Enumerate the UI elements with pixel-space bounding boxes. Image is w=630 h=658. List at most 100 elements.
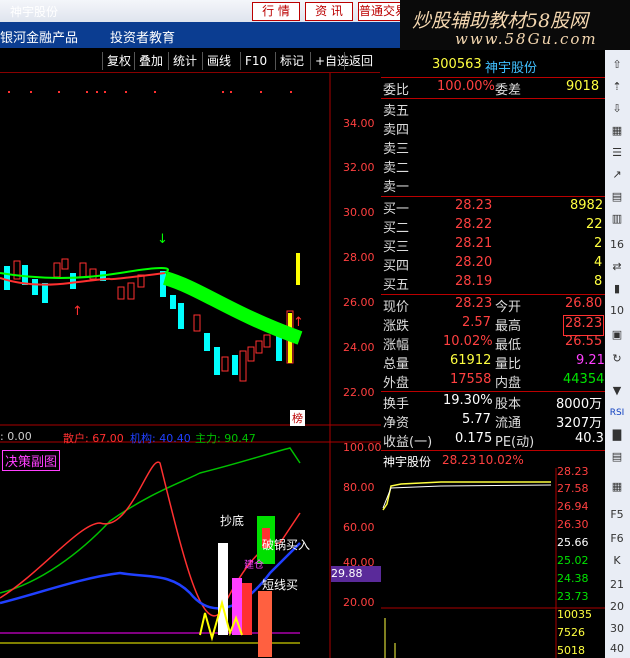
indicator-institution: 机构: 40.40 [130,432,191,445]
buy-4-volume: 4 [594,255,603,270]
market-button[interactable]: 行 情 [252,2,300,21]
mini-price-tick: 27.58 [557,482,589,495]
buy-2-price: 28.22 [455,217,493,232]
banner-url: www.58Gu.com [455,30,598,48]
divider [381,450,605,451]
sell-3-label: 卖三 [383,142,410,157]
buy-4-label: 买四 [383,259,410,274]
indicator-tick: 100.00 [343,441,382,454]
arrow-down-icon[interactable]: ⇩ [608,100,626,118]
f6-icon[interactable]: 16 [608,236,626,254]
stat-capital-label: 股本 [495,397,522,412]
stat-price-label: 现价 [383,300,410,315]
chart-icon[interactable]: ▣ [608,326,626,344]
bars-icon[interactable]: ▮ [608,280,626,298]
mini-volume-tick: 10035 [557,608,592,621]
stack-icon[interactable]: ▤ [608,448,626,466]
stat-volume-value: 61912 [450,353,492,368]
tool-mark[interactable]: 标记 [275,52,308,70]
stat-high-value: 28.23 [563,315,605,336]
calendar-icon[interactable]: ▦ [608,478,626,496]
chart-tag: 榜 [290,410,305,426]
divider [381,294,605,295]
num-21-icon[interactable]: 21 [608,576,626,594]
stat-price-value: 28.23 [455,296,493,311]
label-bottom-fish: 抄底 [220,514,245,528]
num-20-icon[interactable]: 20 [608,598,626,616]
f6-key-icon[interactable]: F6 [608,530,626,548]
rsi-icon[interactable]: RSI [608,404,626,422]
refresh-icon[interactable]: ↻ [608,350,626,368]
tool-overlay[interactable]: 叠加 [134,52,167,70]
stat-inner-label: 内盘 [495,376,522,391]
stat-open-label: 今开 [495,300,522,315]
buy-1-label: 买一 [383,202,410,217]
buy-5-label: 买五 [383,278,410,293]
table-icon[interactable]: ▤ [608,188,626,206]
f5-icon[interactable]: F5 [608,506,626,524]
stat-netasset-label: 净资 [383,416,410,431]
stat-pe-value: 40.3 [575,431,604,446]
kline-chart[interactable]: ↓ ↑ ↑ [0,73,381,658]
buy-3-volume: 2 [594,236,603,251]
tool-draw[interactable]: 画线 [202,52,235,70]
arrow-up-small-icon[interactable]: ⇡ [608,78,626,96]
indicator-current-marker: 29.88 [331,566,381,582]
buy-2-volume: 22 [586,217,603,232]
stat-pct-value: 10.02% [443,334,493,349]
histogram-icon[interactable]: ▇ [608,426,626,444]
stat-low-value: 26.55 [565,334,603,349]
price-tick: 34.00 [343,117,375,130]
stat-turnover-label: 换手 [383,397,410,412]
swap-icon[interactable]: ⇄ [608,258,626,276]
stat-volume-label: 总量 [383,357,410,372]
k-icon[interactable]: K [608,552,626,570]
mini-price-tick: 26.94 [557,500,589,513]
stock-code: 300563 [432,57,482,72]
tool-stats[interactable]: 统计 [168,52,201,70]
news-button[interactable]: 资 讯 [305,2,353,21]
filter-icon[interactable]: ▼ [608,382,626,400]
label-short-buy: 短线买 [262,578,299,592]
f10-icon[interactable]: 10 [608,302,626,320]
num-30-icon[interactable]: 30 [608,620,626,638]
buy-3-label: 买三 [383,240,410,255]
sell-4-label: 卖四 [383,123,410,138]
mini-volume-tick: 7526 [557,626,585,639]
tool-adjust[interactable]: 复权 [102,52,135,70]
indicator-title: 决策副图 [2,450,61,471]
label-break-buy: 破锅买入 [262,538,311,552]
menu-item-education[interactable]: 投资者教育 [110,27,175,46]
buy-1-price: 28.23 [455,198,493,213]
mini-volume-tick: 5018 [557,644,585,657]
weicha-label: 委差 [495,83,522,98]
stat-outer-value: 17558 [450,372,492,387]
list-icon[interactable]: ☰ [608,144,626,162]
stat-turnover-value: 19.30% [443,393,493,408]
stat-capital-value: 8000万 [556,397,603,412]
stat-change-value: 2.57 [462,315,491,330]
price-tick: 30.00 [343,206,375,219]
mini-price-tick: 28.23 [557,465,589,478]
num-40-icon[interactable]: 40 [608,640,626,658]
buy-2-label: 买二 [383,221,410,236]
stat-change-label: 涨跌 [383,319,410,334]
stat-volratio-label: 量比 [495,357,522,372]
stat-pct-label: 涨幅 [383,338,410,353]
indicator-tick: 60.00 [343,521,375,534]
menu-item-finance[interactable]: 银河金融产品 [0,27,78,46]
arrow-up-icon[interactable]: ⇧ [608,56,626,74]
indicator-retail: 散户: 67.00 [63,432,124,445]
tool-f10[interactable]: F10 [240,52,271,70]
mini-price-tick: 25.02 [557,554,589,567]
chart-line-icon[interactable]: ↗ [608,166,626,184]
svg-text:↑: ↑ [293,315,304,330]
stat-inner-value: 44354 [563,372,605,387]
divider [381,391,605,392]
document-icon[interactable]: ▥ [608,210,626,228]
grid-icon[interactable]: ▦ [608,122,626,140]
svg-text:↑: ↑ [72,304,83,319]
sell-5-label: 卖五 [383,104,410,119]
tool-back[interactable]: 返回 [344,52,377,70]
indicator-tick: 20.00 [343,596,375,609]
